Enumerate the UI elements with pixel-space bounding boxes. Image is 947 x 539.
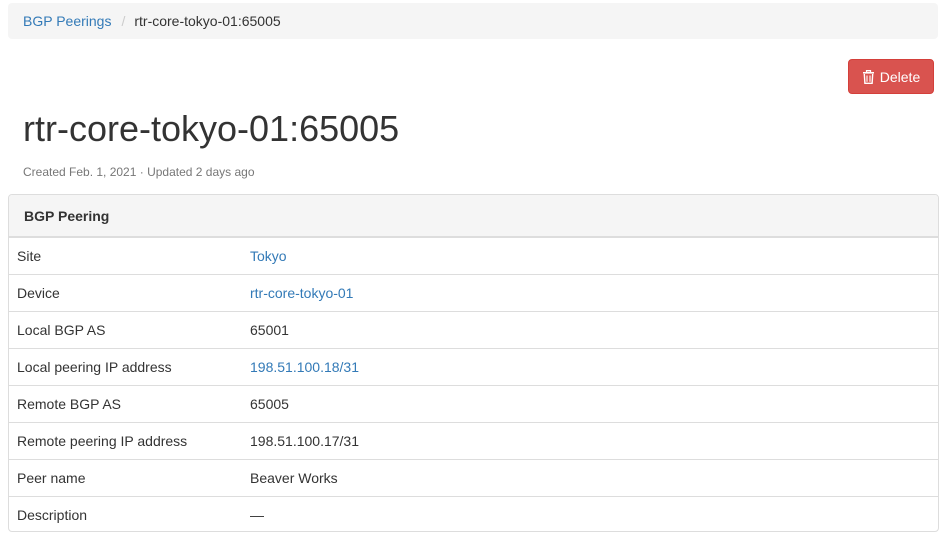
row-label: Remote peering IP address	[17, 433, 188, 449]
row-remote-bgp-as: Remote BGP AS 65005	[9, 385, 938, 422]
page-title: rtr-core-tokyo-01:65005	[23, 108, 400, 149]
site-link[interactable]: Tokyo	[250, 248, 287, 264]
row-value: 65005	[250, 396, 289, 412]
row-remote-peering-ip: Remote peering IP address 198.51.100.17/…	[9, 422, 938, 459]
row-local-peering-ip: Local peering IP address 198.51.100.18/3…	[9, 348, 938, 385]
breadcrumb-current: rtr-core-tokyo-01:65005	[134, 13, 281, 29]
local-peering-ip-link[interactable]: 198.51.100.18/31	[250, 359, 359, 375]
row-device: Device rtr-core-tokyo-01	[9, 274, 938, 311]
bgp-peering-panel: BGP Peering Site Tokyo Device rtr-core-t…	[8, 194, 939, 532]
row-local-bgp-as: Local BGP AS 65001	[9, 311, 938, 348]
row-value: 198.51.100.17/31	[250, 433, 359, 449]
breadcrumb-bgp-peerings-link[interactable]: BGP Peerings	[23, 13, 111, 29]
trash-icon	[862, 69, 875, 84]
row-peer-name: Peer name Beaver Works	[9, 459, 938, 496]
row-value: 65001	[250, 322, 289, 338]
row-label: Remote BGP AS	[17, 396, 122, 412]
page-meta: Created Feb. 1, 2021 · Updated 2 days ag…	[23, 165, 255, 179]
row-label: Description	[17, 507, 88, 523]
breadcrumb: BGP Peerings / rtr-core-tokyo-01:65005	[8, 3, 938, 39]
delete-button[interactable]: Delete	[848, 59, 934, 94]
row-label: Site	[17, 248, 42, 264]
row-value: —	[250, 507, 264, 523]
row-label: Local BGP AS	[17, 322, 106, 338]
row-label: Local peering IP address	[17, 359, 172, 375]
delete-button-label: Delete	[879, 68, 921, 85]
row-label: Device	[17, 285, 60, 301]
row-site: Site Tokyo	[9, 237, 938, 274]
breadcrumb-separator: /	[121, 13, 126, 29]
row-description: Description —	[9, 496, 938, 531]
row-label: Peer name	[17, 470, 86, 486]
panel-heading: BGP Peering	[9, 195, 938, 237]
row-value: Beaver Works	[250, 470, 338, 486]
device-link[interactable]: rtr-core-tokyo-01	[250, 285, 353, 301]
